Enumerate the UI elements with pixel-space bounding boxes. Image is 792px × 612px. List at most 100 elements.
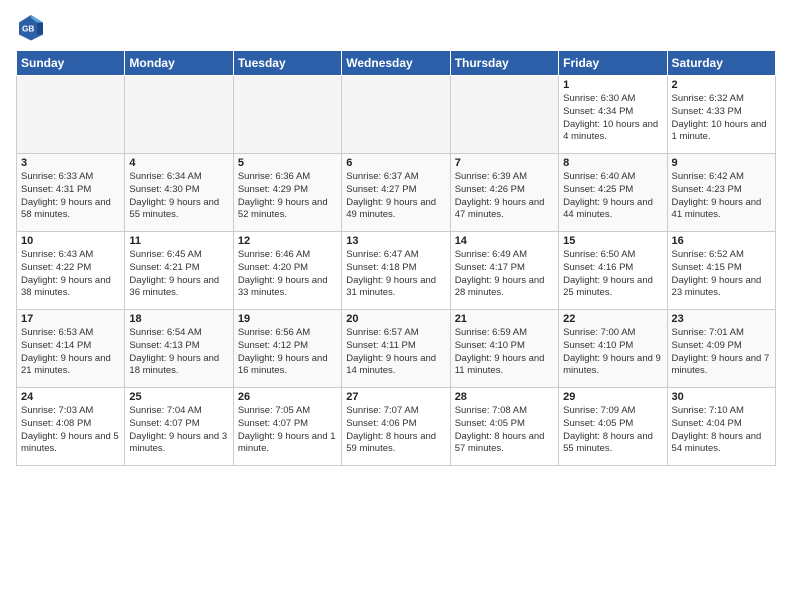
day-number: 3 <box>21 157 120 169</box>
day-info: Sunrise: 6:42 AMSunset: 4:23 PMDaylight:… <box>672 171 771 222</box>
day-info: Sunrise: 6:57 AMSunset: 4:11 PMDaylight:… <box>346 327 445 378</box>
day-info: Sunrise: 6:37 AMSunset: 4:27 PMDaylight:… <box>346 171 445 222</box>
calendar: SundayMondayTuesdayWednesdayThursdayFrid… <box>16 50 776 466</box>
day-cell-2: 2 Sunrise: 6:32 AMSunset: 4:33 PMDaylight… <box>667 76 775 154</box>
empty-cell <box>342 76 450 154</box>
day-cell-11: 11Sunrise: 6:45 AMSunset: 4:21 PMDayligh… <box>125 232 233 310</box>
day-info: Sunrise: 7:08 AMSunset: 4:05 PMDaylight:… <box>455 405 554 456</box>
day-cell-29: 29 Sunrise: 7:09 AMSunset: 4:05 PMDayligh… <box>559 388 667 466</box>
empty-cell <box>125 76 233 154</box>
day-cell-20: 20 Sunrise: 6:57 AMSunset: 4:11 PMDayligh… <box>342 310 450 388</box>
day-number: 5 <box>238 157 337 169</box>
day-number: 17 <box>21 313 120 325</box>
day-cell-28: 28 Sunrise: 7:08 AMSunset: 4:05 PMDayligh… <box>450 388 558 466</box>
day-info: Sunrise: 6:45 AMSunset: 4:21 PMDaylight:… <box>129 249 228 300</box>
day-number: 27 <box>346 391 445 403</box>
day-info: Sunrise: 7:07 AMSunset: 4:06 PMDaylight:… <box>346 405 445 456</box>
day-cell-22: 22Sunrise: 7:00 AMSunset: 4:10 PMDayligh… <box>559 310 667 388</box>
day-cell-17: 17 Sunrise: 6:53 AMSunset: 4:14 PMDayligh… <box>17 310 125 388</box>
empty-cell <box>233 76 341 154</box>
weekday-header-thursday: Thursday <box>450 51 558 76</box>
day-info: Sunrise: 7:10 AMSunset: 4:04 PMDaylight:… <box>672 405 771 456</box>
day-cell-14: 14 Sunrise: 6:49 AMSunset: 4:17 PMDayligh… <box>450 232 558 310</box>
day-number: 4 <box>129 157 228 169</box>
weekday-header-row: SundayMondayTuesdayWednesdayThursdayFrid… <box>17 51 776 76</box>
day-number: 29 <box>563 391 662 403</box>
weekday-header-friday: Friday <box>559 51 667 76</box>
day-info: Sunrise: 7:01 AMSunset: 4:09 PMDaylight:… <box>672 327 771 378</box>
day-info: Sunrise: 6:39 AMSunset: 4:26 PMDaylight:… <box>455 171 554 222</box>
day-number: 9 <box>672 157 771 169</box>
day-info: Sunrise: 6:52 AMSunset: 4:15 PMDaylight:… <box>672 249 771 300</box>
day-info: Sunrise: 6:59 AMSunset: 4:10 PMDaylight:… <box>455 327 554 378</box>
day-cell-23: 23 Sunrise: 7:01 AMSunset: 4:09 PMDayligh… <box>667 310 775 388</box>
empty-cell <box>450 76 558 154</box>
day-cell-7: 7Sunrise: 6:39 AMSunset: 4:26 PMDaylight… <box>450 154 558 232</box>
day-cell-13: 13 Sunrise: 6:47 AMSunset: 4:18 PMDayligh… <box>342 232 450 310</box>
day-info: Sunrise: 6:36 AMSunset: 4:29 PMDaylight:… <box>238 171 337 222</box>
day-cell-1: 1Sunrise: 6:30 AMSunset: 4:34 PMDaylight… <box>559 76 667 154</box>
day-info: Sunrise: 6:47 AMSunset: 4:18 PMDaylight:… <box>346 249 445 300</box>
day-number: 18 <box>129 313 228 325</box>
logo-icon: GB <box>16 12 46 42</box>
week-row-3: 10Sunrise: 6:43 AMSunset: 4:22 PMDayligh… <box>17 232 776 310</box>
day-cell-24: 24Sunrise: 7:03 AMSunset: 4:08 PMDayligh… <box>17 388 125 466</box>
day-cell-27: 27 Sunrise: 7:07 AMSunset: 4:06 PMDayligh… <box>342 388 450 466</box>
page: GB SundayMondayTuesdayWednesdayThursdayF… <box>0 0 792 612</box>
header: GB <box>16 12 776 42</box>
day-info: Sunrise: 6:32 AMSunset: 4:33 PMDaylight:… <box>672 93 771 144</box>
day-number: 28 <box>455 391 554 403</box>
day-info: Sunrise: 6:49 AMSunset: 4:17 PMDaylight:… <box>455 249 554 300</box>
day-info: Sunrise: 6:40 AMSunset: 4:25 PMDaylight:… <box>563 171 662 222</box>
day-cell-3: 3 Sunrise: 6:33 AMSunset: 4:31 PMDaylight… <box>17 154 125 232</box>
weekday-header-monday: Monday <box>125 51 233 76</box>
day-info: Sunrise: 7:04 AMSunset: 4:07 PMDaylight:… <box>129 405 228 456</box>
day-number: 16 <box>672 235 771 247</box>
day-info: Sunrise: 6:33 AMSunset: 4:31 PMDaylight:… <box>21 171 120 222</box>
day-info: Sunrise: 7:05 AMSunset: 4:07 PMDaylight:… <box>238 405 337 456</box>
week-row-1: 1Sunrise: 6:30 AMSunset: 4:34 PMDaylight… <box>17 76 776 154</box>
day-info: Sunrise: 6:50 AMSunset: 4:16 PMDaylight:… <box>563 249 662 300</box>
day-number: 21 <box>455 313 554 325</box>
day-info: Sunrise: 6:53 AMSunset: 4:14 PMDaylight:… <box>21 327 120 378</box>
day-number: 26 <box>238 391 337 403</box>
day-number: 15 <box>563 235 662 247</box>
weekday-header-saturday: Saturday <box>667 51 775 76</box>
day-cell-21: 21 Sunrise: 6:59 AMSunset: 4:10 PMDayligh… <box>450 310 558 388</box>
weekday-header-sunday: Sunday <box>17 51 125 76</box>
day-number: 25 <box>129 391 228 403</box>
day-cell-16: 16 Sunrise: 6:52 AMSunset: 4:15 PMDayligh… <box>667 232 775 310</box>
day-info: Sunrise: 7:09 AMSunset: 4:05 PMDaylight:… <box>563 405 662 456</box>
day-cell-25: 25 Sunrise: 7:04 AMSunset: 4:07 PMDayligh… <box>125 388 233 466</box>
day-number: 19 <box>238 313 337 325</box>
day-info: Sunrise: 6:30 AMSunset: 4:34 PMDaylight:… <box>563 93 662 144</box>
day-cell-26: 26 Sunrise: 7:05 AMSunset: 4:07 PMDayligh… <box>233 388 341 466</box>
day-number: 13 <box>346 235 445 247</box>
day-cell-9: 9 Sunrise: 6:42 AMSunset: 4:23 PMDaylight… <box>667 154 775 232</box>
week-row-5: 24Sunrise: 7:03 AMSunset: 4:08 PMDayligh… <box>17 388 776 466</box>
day-cell-10: 10Sunrise: 6:43 AMSunset: 4:22 PMDayligh… <box>17 232 125 310</box>
day-number: 23 <box>672 313 771 325</box>
day-cell-18: 18Sunrise: 6:54 AMSunset: 4:13 PMDayligh… <box>125 310 233 388</box>
day-cell-4: 4 Sunrise: 6:34 AMSunset: 4:30 PMDaylight… <box>125 154 233 232</box>
day-number: 8 <box>563 157 662 169</box>
day-info: Sunrise: 7:00 AMSunset: 4:10 PMDaylight:… <box>563 327 662 378</box>
day-number: 6 <box>346 157 445 169</box>
day-cell-12: 12 Sunrise: 6:46 AMSunset: 4:20 PMDayligh… <box>233 232 341 310</box>
week-row-4: 17 Sunrise: 6:53 AMSunset: 4:14 PMDayligh… <box>17 310 776 388</box>
day-number: 14 <box>455 235 554 247</box>
day-cell-5: 5 Sunrise: 6:36 AMSunset: 4:29 PMDaylight… <box>233 154 341 232</box>
day-number: 2 <box>672 79 771 91</box>
day-info: Sunrise: 6:34 AMSunset: 4:30 PMDaylight:… <box>129 171 228 222</box>
week-row-2: 3 Sunrise: 6:33 AMSunset: 4:31 PMDaylight… <box>17 154 776 232</box>
day-cell-8: 8 Sunrise: 6:40 AMSunset: 4:25 PMDaylight… <box>559 154 667 232</box>
day-info: Sunrise: 6:46 AMSunset: 4:20 PMDaylight:… <box>238 249 337 300</box>
day-cell-15: 15 Sunrise: 6:50 AMSunset: 4:16 PMDayligh… <box>559 232 667 310</box>
logo: GB <box>16 12 48 42</box>
day-number: 20 <box>346 313 445 325</box>
day-info: Sunrise: 7:03 AMSunset: 4:08 PMDaylight:… <box>21 405 120 456</box>
empty-cell <box>17 76 125 154</box>
day-cell-30: 30Sunrise: 7:10 AMSunset: 4:04 PMDayligh… <box>667 388 775 466</box>
day-number: 12 <box>238 235 337 247</box>
day-number: 10 <box>21 235 120 247</box>
